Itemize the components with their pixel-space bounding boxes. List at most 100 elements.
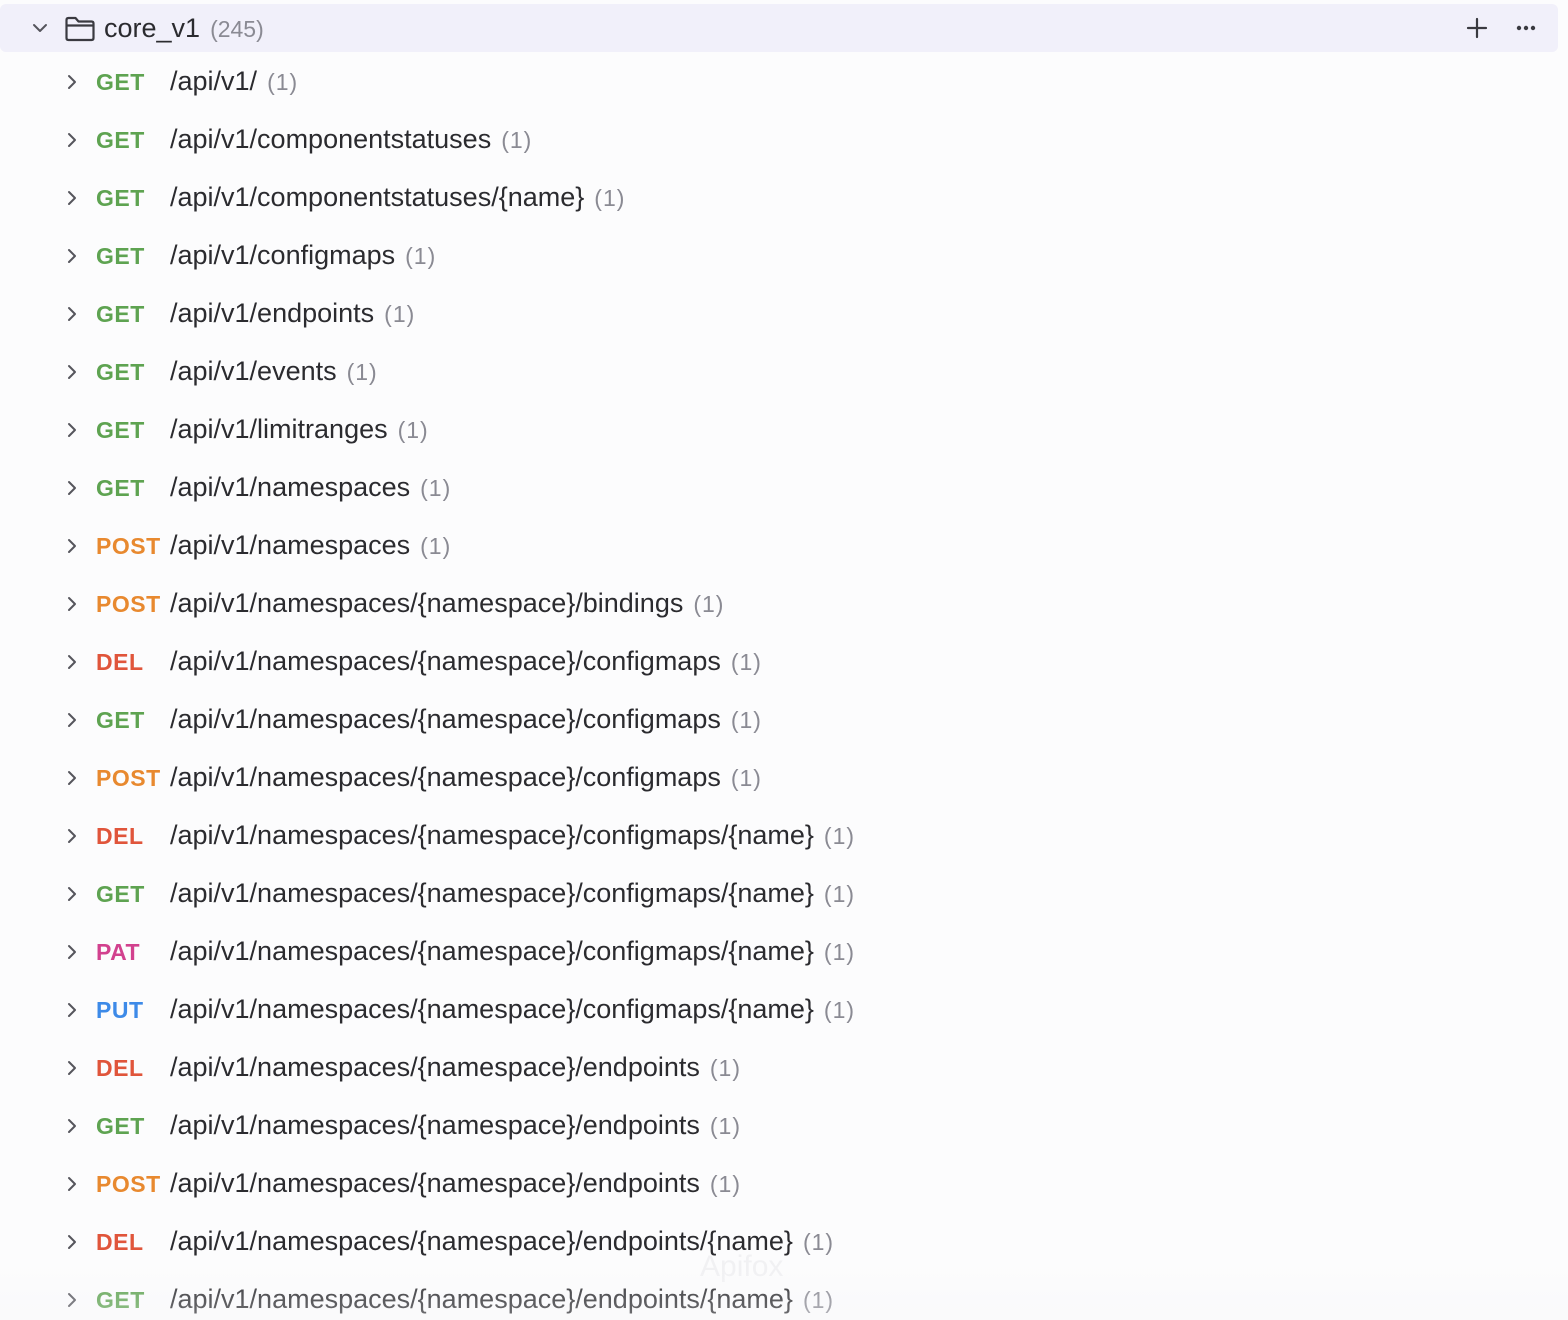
endpoint-count: (1) — [823, 881, 856, 907]
endpoint-count: (1) — [397, 417, 429, 443]
endpoint-title: /api/v1/namespaces/{namespace}/configmap… — [170, 994, 855, 1025]
endpoint-title: /api/v1/namespaces/{namespace}/configmap… — [170, 762, 762, 793]
endpoint-row[interactable]: GET/api/v1/namespaces/{namespace}/endpoi… — [0, 1272, 1568, 1320]
endpoint-count: (1) — [420, 533, 452, 559]
endpoint-title: /api/v1/namespaces/{namespace}/configmap… — [170, 878, 855, 909]
endpoint-count: (1) — [823, 997, 856, 1023]
endpoint-row[interactable]: POST/api/v1/namespaces/{namespace}/bindi… — [0, 576, 1568, 634]
chevron-right-icon[interactable] — [62, 942, 82, 962]
api-tree: core_v1 (245) GET/api/v1/(1) GET/api/v1/co… — [0, 0, 1568, 1320]
chevron-right-icon[interactable] — [62, 536, 82, 556]
endpoint-row[interactable]: DEL/api/v1/namespaces/{namespace}/endpoi… — [0, 1040, 1568, 1098]
endpoint-row[interactable]: PAT/api/v1/namespaces/{namespace}/config… — [0, 924, 1568, 982]
endpoint-row[interactable]: POST/api/v1/namespaces (1) — [0, 518, 1568, 576]
chevron-right-icon[interactable] — [62, 246, 82, 266]
endpoint-count: (1) — [823, 939, 856, 965]
endpoint-row[interactable]: GET/api/v1/namespaces (1) — [0, 460, 1568, 518]
endpoint-path: /api/v1/componentstatuses — [170, 124, 492, 154]
more-horizontal-icon[interactable] — [1512, 14, 1540, 42]
http-method-badge: DEL — [96, 823, 144, 849]
endpoint-row[interactable]: GET/api/v1/endpoints (1) — [0, 286, 1568, 344]
chevron-right-icon[interactable] — [62, 1174, 82, 1194]
endpoint-path: /api/v1/events — [170, 356, 337, 386]
chevron-right-icon[interactable] — [62, 594, 82, 614]
chevron-right-icon[interactable] — [62, 420, 82, 440]
chevron-right-icon[interactable] — [62, 72, 82, 92]
endpoint-row[interactable]: GET/api/v1/componentstatuses/{name} (1) — [0, 170, 1568, 228]
endpoint-row[interactable]: GET/api/v1/namespaces/{namespace}/config… — [0, 866, 1568, 924]
chevron-right-icon[interactable] — [62, 768, 82, 788]
endpoint-count: (1) — [501, 127, 533, 153]
endpoint-row[interactable]: DEL/api/v1/namespaces/{namespace}/endpoi… — [0, 1214, 1568, 1272]
plus-icon[interactable] — [1463, 14, 1491, 42]
endpoint-title: /api/v1/ (1) — [170, 66, 298, 97]
http-method-badge: POST — [96, 533, 161, 559]
endpoint-path: /api/v1/ — [170, 66, 258, 96]
endpoint-path: /api/v1/configmaps — [170, 240, 396, 270]
endpoint-count: (1) — [693, 591, 725, 617]
http-method-badge: GET — [96, 1287, 145, 1313]
endpoint-path: /api/v1/namespaces/{namespace}/endpoints — [170, 1110, 700, 1140]
endpoint-row[interactable]: DEL/api/v1/namespaces/{namespace}/config… — [0, 808, 1568, 866]
http-method-badge: GET — [96, 69, 145, 95]
endpoint-path: /api/v1/componentstatuses/{name} — [170, 182, 585, 212]
endpoint-title: /api/v1/namespaces/{namespace}/configmap… — [170, 646, 762, 677]
endpoint-title: /api/v1/configmaps (1) — [170, 240, 436, 271]
endpoint-path: /api/v1/namespaces/{namespace}/endpoints — [170, 1168, 700, 1198]
endpoint-row[interactable]: GET/api/v1/componentstatuses (1) — [0, 112, 1568, 170]
http-method-badge: PUT — [96, 997, 144, 1023]
http-method-badge: GET — [96, 301, 145, 327]
endpoint-path: /api/v1/namespaces/{namespace}/endpoints… — [170, 1284, 793, 1314]
endpoint-count: (1) — [594, 185, 626, 211]
chevron-right-icon[interactable] — [62, 1058, 82, 1078]
folder-row-core-v1[interactable]: core_v1 (245) — [0, 4, 1558, 52]
endpoint-row[interactable]: POST/api/v1/namespaces/{namespace}/confi… — [0, 750, 1568, 808]
endpoint-row[interactable]: GET/api/v1/events (1) — [0, 344, 1568, 402]
endpoint-title: /api/v1/namespaces/{namespace}/configmap… — [170, 820, 855, 851]
http-method-badge: GET — [96, 359, 145, 385]
endpoint-row[interactable]: PUT/api/v1/namespaces/{namespace}/config… — [0, 982, 1568, 1040]
endpoint-path: /api/v1/namespaces — [170, 472, 411, 502]
endpoint-count: (1) — [709, 1055, 741, 1081]
chevron-right-icon[interactable] — [62, 652, 82, 672]
http-method-badge: POST — [96, 765, 161, 791]
endpoint-row[interactable]: GET/api/v1/ (1) — [0, 54, 1568, 112]
chevron-right-icon[interactable] — [62, 1000, 82, 1020]
endpoint-title: /api/v1/namespaces/{namespace}/endpoints… — [170, 1110, 741, 1141]
endpoint-path: /api/v1/namespaces/{namespace}/configmap… — [170, 646, 721, 676]
chevron-right-icon[interactable] — [62, 304, 82, 324]
chevron-right-icon[interactable] — [62, 826, 82, 846]
chevron-right-icon[interactable] — [62, 710, 82, 730]
folder-icon — [65, 16, 95, 42]
folder-name: core_v1 — [104, 13, 201, 43]
endpoint-row[interactable]: GET/api/v1/namespaces/{namespace}/config… — [0, 692, 1568, 750]
endpoint-row[interactable]: POST/api/v1/namespaces/{namespace}/endpo… — [0, 1156, 1568, 1214]
chevron-right-icon[interactable] — [62, 188, 82, 208]
endpoint-count: (1) — [346, 359, 378, 385]
chevron-right-icon[interactable] — [62, 478, 82, 498]
chevron-right-icon[interactable] — [62, 1116, 82, 1136]
chevron-right-icon[interactable] — [62, 130, 82, 150]
endpoint-path: /api/v1/namespaces/{namespace}/configmap… — [170, 936, 814, 966]
chevron-right-icon[interactable] — [62, 1232, 82, 1252]
endpoint-row[interactable]: GET/api/v1/namespaces/{namespace}/endpoi… — [0, 1098, 1568, 1156]
chevron-right-icon[interactable] — [62, 884, 82, 904]
endpoint-path: /api/v1/namespaces/{namespace}/endpoints — [170, 1052, 700, 1082]
endpoint-count: (1) — [405, 243, 437, 269]
endpoint-title: /api/v1/namespaces/{namespace}/endpoints… — [170, 1284, 834, 1315]
http-method-badge: DEL — [96, 1229, 144, 1255]
endpoint-row[interactable]: GET/api/v1/limitranges (1) — [0, 402, 1568, 460]
http-method-badge: DEL — [96, 1055, 144, 1081]
chevron-down-icon[interactable] — [30, 18, 50, 38]
endpoint-row[interactable]: GET/api/v1/configmaps (1) — [0, 228, 1568, 286]
endpoint-path: /api/v1/namespaces — [170, 530, 411, 560]
http-method-badge: GET — [96, 127, 145, 153]
watermark: Apifox — [700, 1250, 784, 1283]
chevron-right-icon[interactable] — [62, 1290, 82, 1310]
endpoint-title: /api/v1/namespaces/{namespace}/configmap… — [170, 936, 855, 967]
endpoint-title: /api/v1/limitranges (1) — [170, 414, 429, 445]
endpoint-count: (1) — [709, 1171, 741, 1197]
endpoint-row[interactable]: DEL/api/v1/namespaces/{namespace}/config… — [0, 634, 1568, 692]
chevron-right-icon[interactable] — [62, 362, 82, 382]
http-method-badge: GET — [96, 707, 145, 733]
